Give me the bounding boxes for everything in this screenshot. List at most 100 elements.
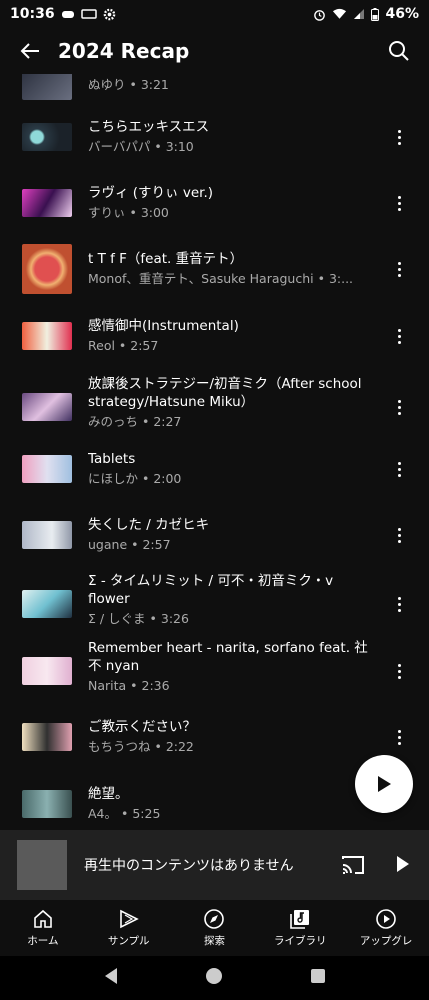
- system-home-button[interactable]: [205, 967, 223, 989]
- signal-icon: [354, 9, 365, 19]
- system-recents-button[interactable]: [310, 968, 326, 988]
- track-subtitle: バーバパパ • 3:10: [88, 139, 194, 154]
- track-title: こちらエッキスエス: [88, 119, 210, 135]
- track-title: 放課後ストラテジー/初音ミク（After school strategy/Hat…: [88, 376, 362, 410]
- more-options-button[interactable]: [389, 191, 409, 215]
- cast-icon: [342, 856, 364, 874]
- mini-player[interactable]: 再生中のコンテンツはありません: [0, 830, 429, 900]
- track-subtitle: Monof、重音テト、Sasuke Haraguchi • 3:...: [88, 271, 354, 286]
- track-thumbnail: [22, 723, 72, 751]
- more-options-button[interactable]: [389, 257, 409, 281]
- track-list[interactable]: ぬゆり • 3:21 こちらエッキスエス バーバパパ • 3:10 ラヴィ (す…: [0, 74, 429, 830]
- track-subtitle: ぬゆり • 3:21: [88, 77, 169, 92]
- list-item[interactable]: 失くした / カゼヒキ ugane • 2:57: [0, 502, 429, 568]
- list-item[interactable]: こちらエッキスエス バーバパパ • 3:10: [0, 104, 429, 170]
- samples-icon: [119, 909, 139, 929]
- explore-icon: [204, 909, 225, 929]
- track-thumbnail: [22, 790, 72, 818]
- nav-samples[interactable]: サンプル: [86, 900, 172, 956]
- track-thumbnail: [22, 393, 72, 421]
- clock: 10:36: [10, 6, 55, 22]
- list-item[interactable]: 感情御中(Instrumental) Reol • 2:57: [0, 303, 429, 369]
- wifi-icon: [333, 8, 347, 19]
- upgrade-icon: [376, 909, 396, 929]
- track-title: 感情御中(Instrumental): [88, 318, 239, 334]
- mini-player-thumbnail: [17, 840, 67, 890]
- arrow-back-icon: [20, 43, 39, 59]
- track-title: ラヴィ (すりぃ ver.): [88, 185, 214, 201]
- track-title: 失くした / カゼヒキ: [88, 517, 210, 533]
- track-subtitle: みのっち • 2:27: [88, 414, 182, 429]
- track-subtitle: ugane • 2:57: [88, 537, 171, 552]
- track-title: Remember heart - narita, sorfano feat. 社…: [88, 640, 368, 674]
- play-all-button[interactable]: [355, 755, 413, 813]
- system-back-button[interactable]: [103, 967, 119, 989]
- list-item[interactable]: Σ - タイムリミット / 可不・初音ミク・v flower Σ / しぐま •…: [0, 566, 429, 642]
- home-icon: [34, 909, 52, 928]
- list-item[interactable]: ご教示ください？ もちうつね • 2:22: [0, 704, 429, 770]
- track-subtitle: もちうつね • 2:22: [88, 739, 194, 754]
- track-title: ご教示ください？: [88, 719, 196, 735]
- search-button[interactable]: [383, 35, 415, 67]
- triangle-back-icon: [105, 968, 118, 984]
- more-options-button[interactable]: [389, 725, 409, 749]
- list-item[interactable]: Tablets にほしか • 2:00: [0, 436, 429, 502]
- back-button[interactable]: [14, 35, 46, 67]
- track-title: t T f F（feat. 重音テト）: [88, 251, 244, 267]
- list-item[interactable]: t T f F（feat. 重音テト） Monof、重音テト、Sasuke Ha…: [0, 236, 429, 302]
- status-bar: 10:36 46%: [0, 0, 429, 28]
- list-item[interactable]: 放課後ストラテジー/初音ミク（After school strategy/Hat…: [0, 369, 429, 445]
- nav-label: サンプル: [107, 935, 150, 947]
- track-subtitle: にほしか • 2:00: [88, 471, 182, 486]
- track-subtitle: A4。 • 5:25: [88, 806, 161, 821]
- battery-percentage: 46%: [385, 6, 419, 22]
- bottom-navigation: ホーム サンプル 探索 ライブラリ アップグレ: [0, 900, 429, 956]
- track-thumbnail: [22, 590, 72, 618]
- track-thumbnail: [22, 74, 72, 100]
- cast-button[interactable]: [341, 854, 365, 876]
- track-subtitle: Σ / しぐま • 3:26: [88, 611, 189, 626]
- nav-label: ライブラリ: [274, 935, 327, 947]
- track-thumbnail: [22, 244, 72, 294]
- nav-upgrade[interactable]: アップグレ: [343, 900, 429, 956]
- list-item[interactable]: ラヴィ (すりぃ ver.) すりぃ • 3:00: [0, 170, 429, 236]
- track-thumbnail: [22, 189, 72, 217]
- library-icon: [290, 910, 310, 929]
- track-thumbnail: [22, 322, 72, 350]
- battery-icon: [371, 7, 380, 21]
- nav-label: 探索: [203, 935, 225, 947]
- settings-icon: [103, 8, 115, 20]
- list-item[interactable]: Remember heart - narita, sorfano feat. 社…: [0, 633, 429, 709]
- mini-player-play-button[interactable]: [395, 854, 415, 876]
- nav-explore[interactable]: 探索: [172, 900, 258, 956]
- track-title: Σ - タイムリミット / 可不・初音ミク・v flower: [88, 573, 334, 607]
- more-options-button[interactable]: [389, 457, 409, 481]
- track-title: Tablets: [88, 451, 136, 467]
- track-thumbnail: [22, 657, 72, 685]
- track-thumbnail: [22, 455, 72, 483]
- more-options-button[interactable]: [389, 125, 409, 149]
- track-subtitle: Narita • 2:36: [88, 678, 170, 693]
- play-icon: [378, 776, 391, 792]
- nav-home[interactable]: ホーム: [0, 900, 86, 956]
- more-options-button[interactable]: [389, 659, 409, 683]
- track-title: 絶望。: [88, 786, 129, 802]
- nav-label: ホーム: [27, 935, 59, 947]
- more-options-button[interactable]: [389, 324, 409, 348]
- more-options-button[interactable]: [389, 523, 409, 547]
- nav-library[interactable]: ライブラリ: [257, 900, 343, 956]
- page-title: 2024 Recap: [58, 39, 190, 63]
- track-thumbnail: [22, 123, 72, 151]
- track-subtitle: すりぃ • 3:00: [88, 205, 169, 220]
- track-subtitle: Reol • 2:57: [88, 338, 159, 353]
- more-options-button[interactable]: [389, 592, 409, 616]
- status-left: 10:36: [10, 6, 116, 22]
- nav-label: アップグレ: [359, 935, 413, 947]
- search-icon: [389, 41, 409, 61]
- square-recents-icon: [310, 969, 325, 983]
- gamepad-icon: [61, 11, 74, 18]
- mini-player-text: 再生中のコンテンツはありません: [84, 858, 294, 874]
- app-bar: 2024 Recap: [0, 28, 429, 74]
- more-options-button[interactable]: [389, 395, 409, 419]
- alarm-icon: [314, 9, 326, 21]
